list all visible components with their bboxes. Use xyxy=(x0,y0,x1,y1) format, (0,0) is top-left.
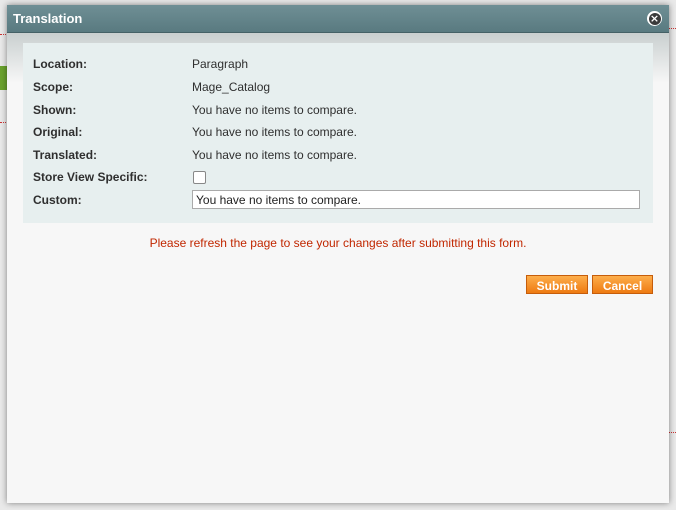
scope-value: Mage_Catalog xyxy=(192,80,271,94)
dialog-titlebar: Translation × xyxy=(7,5,669,33)
custom-label: Custom: xyxy=(33,193,82,207)
original-label: Original: xyxy=(33,125,83,139)
background-page-fragment xyxy=(669,418,676,433)
translated-label: Translated: xyxy=(33,148,98,162)
dialog-title: Translation xyxy=(13,11,83,26)
location-value: Paragraph xyxy=(192,57,249,71)
cancel-button[interactable]: Cancel xyxy=(592,275,653,294)
location-label: Location: xyxy=(33,57,87,71)
translation-form: Location: Paragraph Scope: Mage_Catalog … xyxy=(23,43,653,223)
store-view-specific-checkbox[interactable] xyxy=(193,171,206,184)
background-page-fragment xyxy=(669,14,676,29)
shown-value: You have no items to compare. xyxy=(192,103,357,117)
scope-label: Scope: xyxy=(33,80,74,94)
refresh-notice: Please refresh the page to see your chan… xyxy=(149,236,527,250)
close-icon: × xyxy=(649,12,660,25)
close-button[interactable]: × xyxy=(647,11,662,26)
custom-translation-input[interactable] xyxy=(192,190,640,209)
submit-button[interactable]: Submit xyxy=(526,275,588,294)
original-value: You have no items to compare. xyxy=(192,125,357,139)
translation-dialog: Translation × Location: Paragraph Scope:… xyxy=(7,5,669,503)
store-view-specific-label: Store View Specific: xyxy=(33,170,148,184)
shown-label: Shown: xyxy=(33,103,77,117)
translated-value: You have no items to compare. xyxy=(192,148,357,162)
